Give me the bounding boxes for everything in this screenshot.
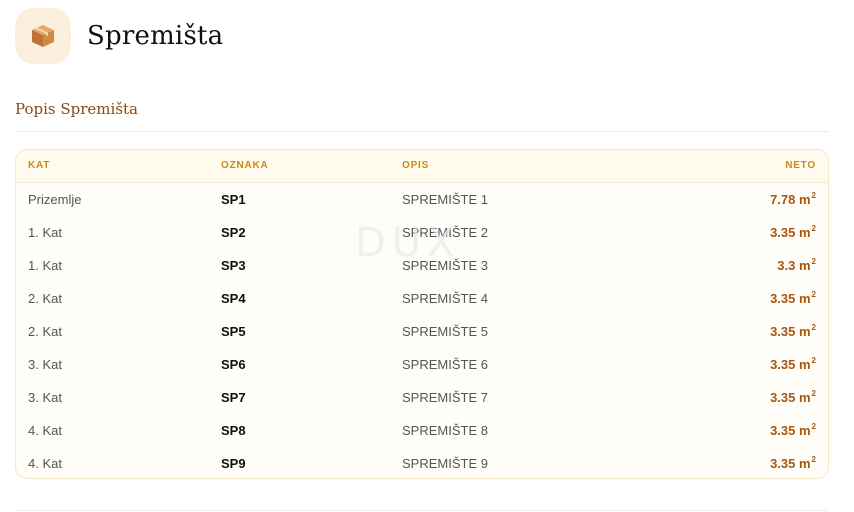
unit-superscript: 2	[811, 455, 816, 464]
column-header-opis: OPIS	[402, 160, 430, 171]
neto-value: 3.35 m	[770, 357, 811, 372]
column-header-neto: NETO	[785, 160, 816, 171]
cell-neto: 3.35 m2	[770, 224, 816, 240]
cell-oznaka: SP6	[221, 357, 246, 372]
unit-superscript: 2	[811, 257, 816, 266]
unit-superscript: 2	[811, 422, 816, 431]
unit-superscript: 2	[811, 290, 816, 299]
package-box-icon	[32, 25, 54, 47]
cell-oznaka: SP4	[221, 291, 246, 306]
neto-value: 3.35 m	[770, 390, 811, 405]
neto-value: 3.35 m	[770, 291, 811, 306]
cell-oznaka: SP3	[221, 258, 246, 273]
cell-kat: 1. Kat	[28, 258, 62, 273]
table-row: 3. Kat SP6 SPREMIŠTE 6 3.35 m2	[16, 348, 828, 381]
cell-kat: 4. Kat	[28, 423, 62, 438]
cell-neto: 3.35 m2	[770, 422, 816, 438]
cell-neto: 3.35 m2	[770, 455, 816, 471]
cell-opis: SPREMIŠTE 8	[402, 423, 488, 438]
table-row: Prizemlje SP1 SPREMIŠTE 1 7.78 m2	[16, 183, 828, 216]
cell-kat: 3. Kat	[28, 390, 62, 405]
column-header-kat: KAT	[28, 160, 51, 171]
table-row: 4. Kat SP9 SPREMIŠTE 9 3.35 m2	[16, 447, 828, 478]
cell-opis: SPREMIŠTE 7	[402, 390, 488, 405]
cell-kat: 3. Kat	[28, 357, 62, 372]
section-divider	[15, 131, 829, 132]
table-row: 1. Kat SP2 SPREMIŠTE 2 3.35 m2	[16, 216, 828, 249]
unit-superscript: 2	[811, 389, 816, 398]
cell-neto: 7.78 m2	[770, 191, 816, 207]
cell-oznaka: SP1	[221, 192, 246, 207]
cell-kat: Prizemlje	[28, 192, 82, 207]
cell-opis: SPREMIŠTE 9	[402, 456, 488, 471]
cell-opis: SPREMIŠTE 6	[402, 357, 488, 372]
cell-neto: 3.35 m2	[770, 389, 816, 405]
cell-kat: 1. Kat	[28, 225, 62, 240]
cell-oznaka: SP7	[221, 390, 246, 405]
neto-value: 3.3 m	[777, 258, 811, 273]
cell-oznaka: SP2	[221, 225, 246, 240]
cell-kat: 2. Kat	[28, 291, 62, 306]
cell-oznaka: SP5	[221, 324, 246, 339]
cell-neto: 3.35 m2	[770, 290, 816, 306]
neto-value: 3.35 m	[770, 423, 811, 438]
cell-opis: SPREMIŠTE 4	[402, 291, 488, 306]
unit-superscript: 2	[811, 224, 816, 233]
table-row: 1. Kat SP3 SPREMIŠTE 3 3.3 m2	[16, 249, 828, 282]
footer-divider	[15, 510, 829, 511]
unit-superscript: 2	[811, 356, 816, 365]
unit-superscript: 2	[811, 323, 816, 332]
column-header-oznaka: OZNAKA	[221, 160, 269, 171]
cell-neto: 3.3 m2	[777, 257, 816, 273]
table-row: 4. Kat SP8 SPREMIŠTE 8 3.35 m2	[16, 414, 828, 447]
neto-value: 7.78 m	[770, 192, 811, 207]
neto-value: 3.35 m	[770, 324, 811, 339]
cell-neto: 3.35 m2	[770, 356, 816, 372]
table-row: 2. Kat SP4 SPREMIŠTE 4 3.35 m2	[16, 282, 828, 315]
cell-kat: 2. Kat	[28, 324, 62, 339]
cell-opis: SPREMIŠTE 1	[402, 192, 488, 207]
cell-kat: 4. Kat	[28, 456, 62, 471]
cell-opis: SPREMIŠTE 3	[402, 258, 488, 273]
icon-container	[15, 8, 71, 64]
table-row: 2. Kat SP5 SPREMIŠTE 5 3.35 m2	[16, 315, 828, 348]
table-body: Prizemlje SP1 SPREMIŠTE 1 7.78 m2 1. Kat SP2 S…	[16, 183, 828, 478]
cell-opis: SPREMIŠTE 2	[402, 225, 488, 240]
cell-opis: SPREMIŠTE 5	[402, 324, 488, 339]
cell-oznaka: SP9	[221, 456, 246, 471]
storage-table: KAT OZNAKA OPIS NETO Prizemlje SP1 SPREMIŠ…	[15, 149, 829, 479]
page-header: Spremišta	[15, 8, 223, 64]
page-title: Spremišta	[87, 21, 224, 51]
cell-neto: 3.35 m2	[770, 323, 816, 339]
neto-value: 3.35 m	[770, 225, 811, 240]
section-title: Popis Spremišta	[15, 100, 138, 118]
neto-value: 3.35 m	[770, 456, 811, 471]
table-header: KAT OZNAKA OPIS NETO	[16, 150, 828, 183]
table-row: 3. Kat SP7 SPREMIŠTE 7 3.35 m2	[16, 381, 828, 414]
unit-superscript: 2	[811, 191, 816, 200]
cell-oznaka: SP8	[221, 423, 246, 438]
